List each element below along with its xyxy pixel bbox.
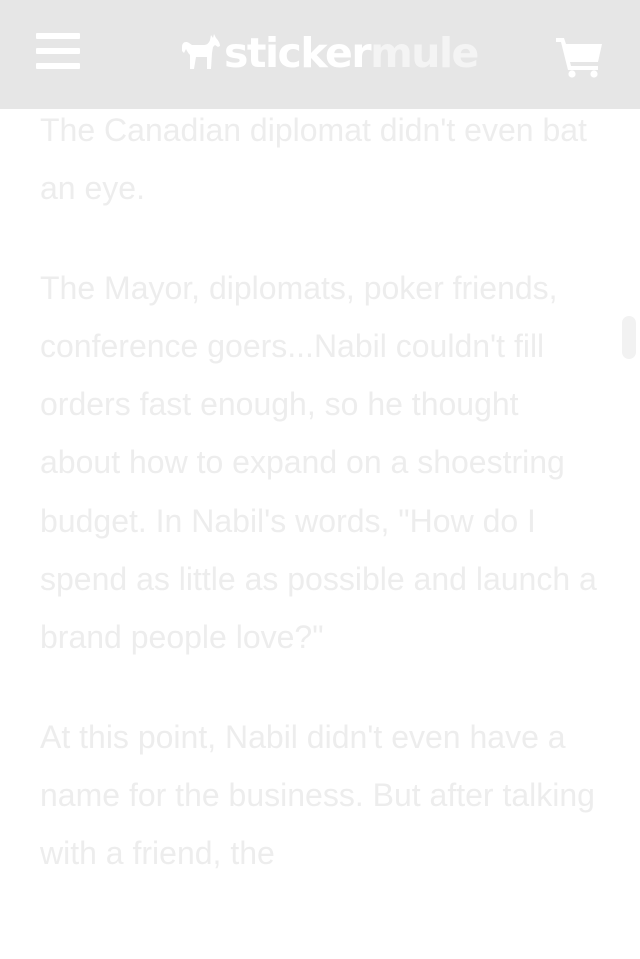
article-paragraph: The Canadian diplomat didn't even bat an… — [40, 112, 587, 207]
hamburger-icon-line — [36, 48, 80, 54]
mule-logo-icon — [182, 34, 220, 69]
brand-wordmark-sticker: sticker — [224, 28, 372, 77]
top-navigation-bar: stickermule — [0, 0, 640, 109]
article-paragraph: At this point, Nabil didn't even have a … — [40, 718, 595, 872]
brand-wordmark: stickermule — [224, 32, 479, 74]
brand-wordmark-mule: mule — [370, 28, 479, 77]
scrollbar-thumb[interactable] — [622, 316, 636, 359]
article-body: The Canadian diplomat didn't even bat an… — [40, 101, 605, 924]
cart-button[interactable] — [556, 36, 604, 78]
brand-logo-link[interactable]: stickermule — [180, 28, 479, 78]
menu-button[interactable] — [36, 33, 82, 73]
shopping-cart-icon — [556, 38, 602, 78]
hamburger-icon-line — [36, 63, 80, 69]
hamburger-icon-line — [36, 33, 80, 39]
article-paragraph: The Mayor, diplomats, poker friends, con… — [40, 269, 597, 656]
page: stickermule The Canadian diplomat didn't… — [0, 0, 640, 959]
